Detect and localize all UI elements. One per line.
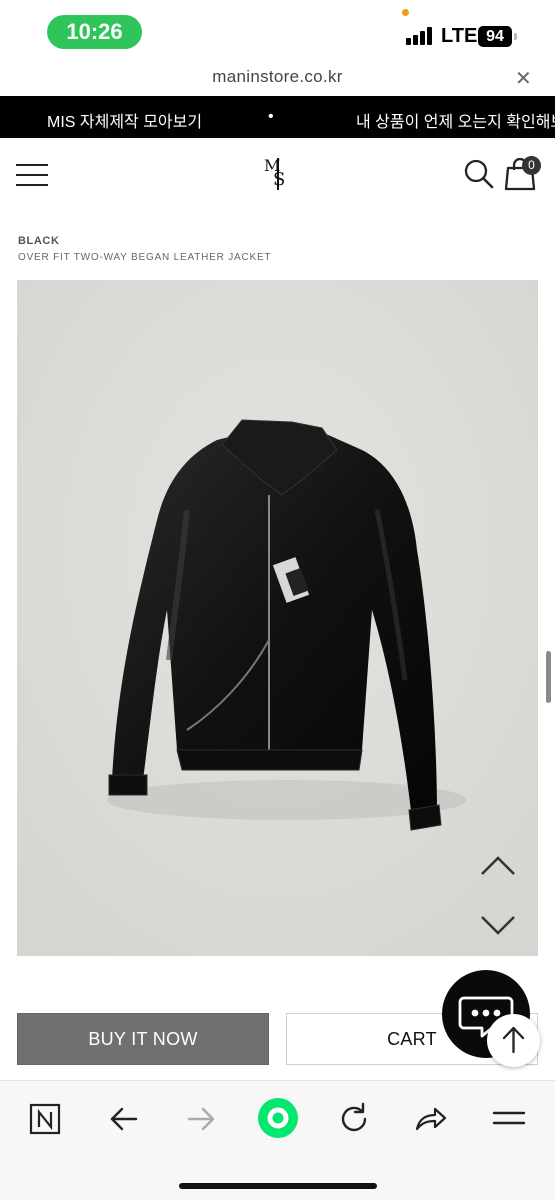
battery-tip xyxy=(514,33,517,40)
product-name: OVER FIT TWO-WAY BEGAN LEATHER JACKET xyxy=(18,252,272,263)
notice-marquee: MIS 자체제작 모아보기 • 내 상품이 언제 오는지 확인해보 xyxy=(0,96,555,138)
image-prev-chevron-up-icon[interactable] xyxy=(478,852,518,878)
browser-url-bar[interactable]: maninstore.co.kr ✕ xyxy=(0,62,555,96)
forward-arrow-icon[interactable] xyxy=(181,1099,221,1139)
network-type: LTE xyxy=(441,25,478,47)
share-icon[interactable] xyxy=(411,1099,451,1139)
leather-jacket-photo xyxy=(17,280,538,956)
marquee-separator: • xyxy=(268,108,274,125)
signal-strength-icon xyxy=(406,27,436,45)
refresh-icon[interactable] xyxy=(334,1099,374,1139)
close-icon[interactable]: ✕ xyxy=(515,66,532,91)
buy-it-now-button[interactable]: BUY IT NOW xyxy=(17,1013,269,1065)
battery-icon: 94 xyxy=(478,26,512,47)
url-text[interactable]: maninstore.co.kr xyxy=(0,67,555,87)
status-bar: 10:26 LTE 94 xyxy=(0,0,555,62)
arrow-up-icon xyxy=(502,1026,525,1054)
back-arrow-icon[interactable] xyxy=(104,1099,144,1139)
product-image[interactable] xyxy=(17,280,538,956)
image-next-chevron-down-icon[interactable] xyxy=(478,913,518,939)
marquee-link-mis[interactable]: MIS 자체제작 모아보기 xyxy=(47,108,202,132)
page-scrollbar[interactable] xyxy=(546,651,551,703)
product-color: BLACK xyxy=(18,235,60,247)
search-icon[interactable] xyxy=(463,158,495,190)
home-indicator[interactable] xyxy=(179,1183,377,1189)
site-header: M S 0 xyxy=(0,138,555,213)
green-dot-icon[interactable] xyxy=(256,1096,300,1140)
site-logo[interactable]: M S xyxy=(262,152,292,192)
shopping-bag-button[interactable]: 0 xyxy=(504,156,542,192)
browser-bottom-toolbar xyxy=(0,1080,555,1200)
marquee-link-delivery[interactable]: 내 상품이 언제 오는지 확인해보 xyxy=(356,108,555,132)
privacy-indicator-dot xyxy=(402,9,409,16)
menu-icon[interactable] xyxy=(489,1099,529,1139)
status-time: 10:26 xyxy=(47,15,142,49)
naver-n-icon[interactable] xyxy=(27,1099,67,1139)
hamburger-menu-icon[interactable] xyxy=(16,162,50,188)
scroll-to-top-button[interactable] xyxy=(487,1014,540,1067)
cart-count-badge: 0 xyxy=(522,156,541,175)
